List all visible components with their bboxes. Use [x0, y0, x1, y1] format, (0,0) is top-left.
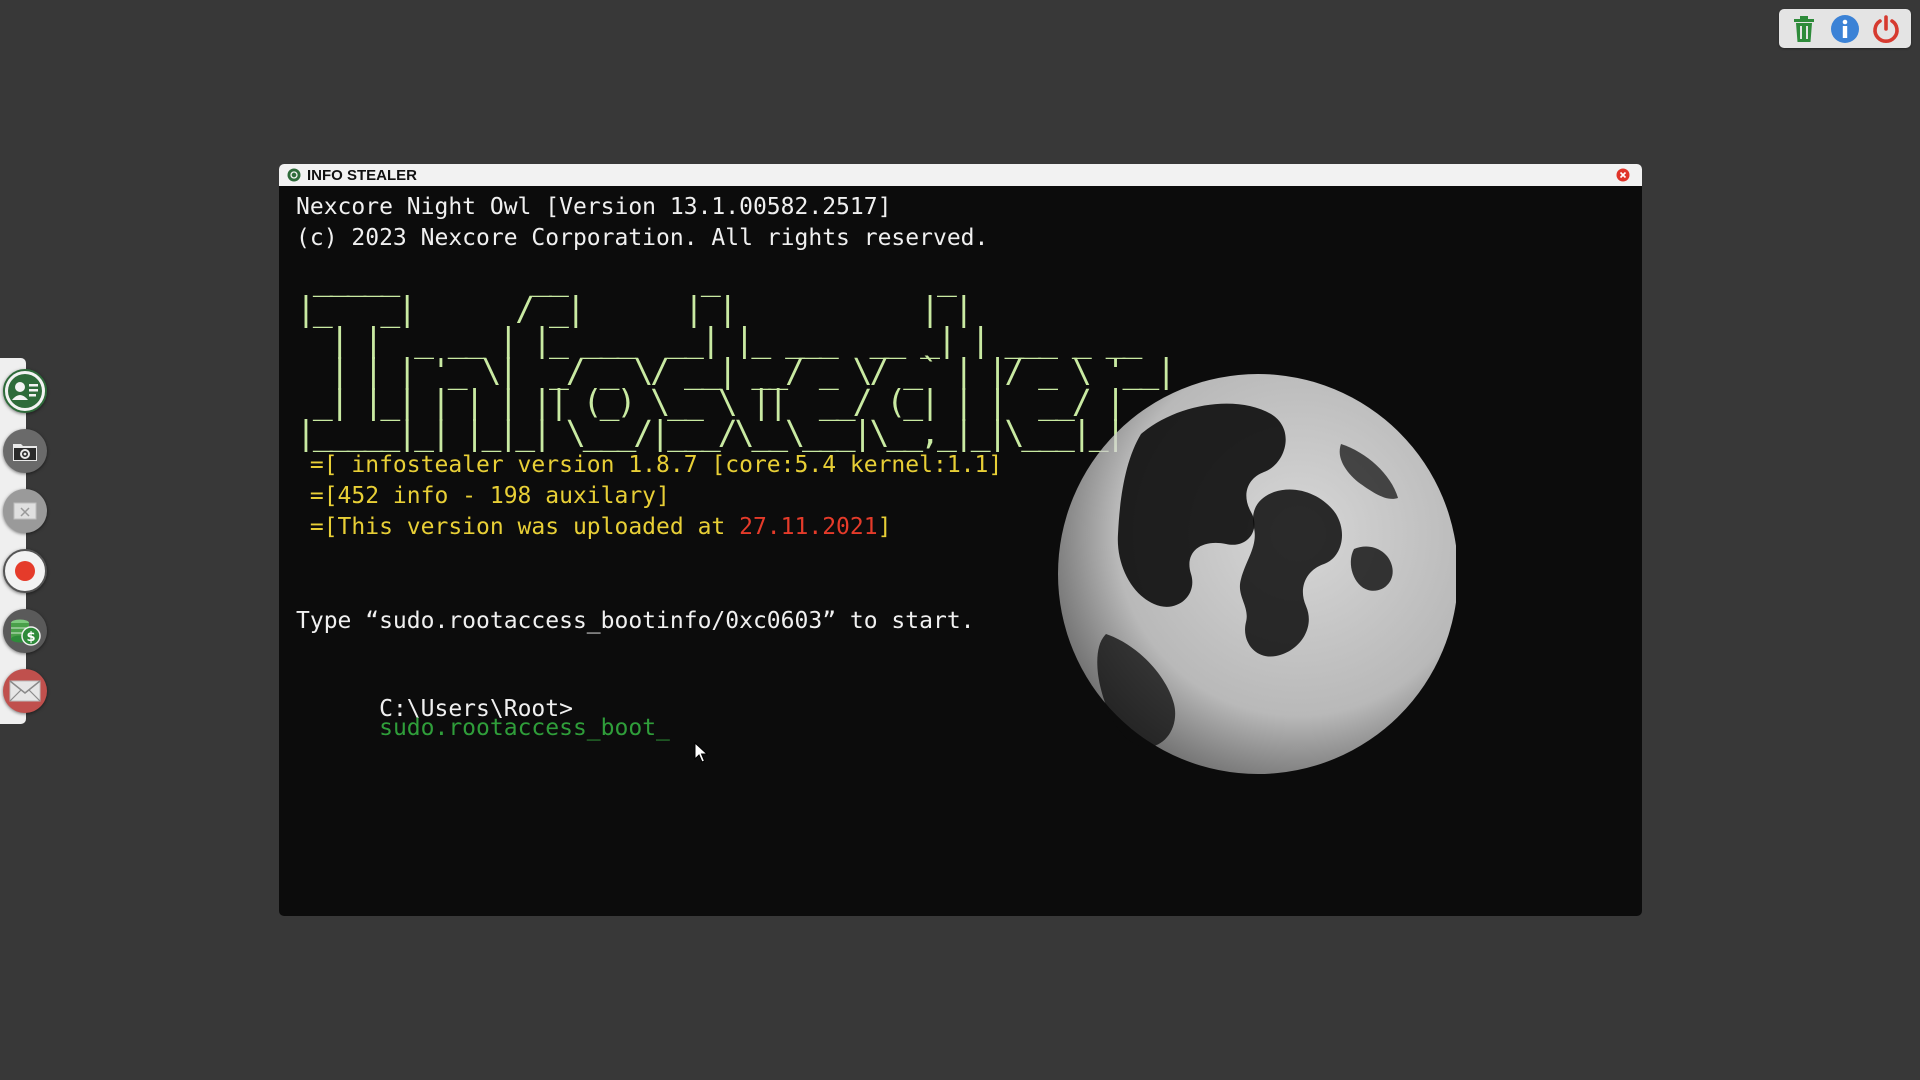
upload-date: 27.11.2021: [739, 514, 878, 540]
trash-icon: [1793, 15, 1814, 42]
power-button[interactable]: [1869, 12, 1903, 46]
upload-prefix: =[This version was uploaded at: [296, 514, 740, 540]
command-input[interactable]: sudo.rootaccess_boot_: [379, 715, 670, 741]
mouse-cursor-icon: [694, 742, 708, 763]
info-icon: [1830, 14, 1859, 43]
trash-button[interactable]: [1787, 12, 1821, 46]
terminal-output[interactable]: Nexcore Night Owl [Version 13.1.00582.25…: [296, 194, 1625, 916]
info-line-modules: =[452 info - 198 auxilary]: [296, 483, 670, 509]
mail-icon: [9, 680, 41, 702]
mail-button[interactable]: [3, 669, 47, 713]
money-icon: $: [11, 619, 41, 646]
folder-icon: [13, 444, 37, 461]
info-line-version: =[ infostealer version 1.8.7 [core:5.4 k…: [296, 452, 1003, 478]
system-tray: [1779, 9, 1911, 48]
window-icon: [13, 502, 37, 520]
contacts-icon: [8, 374, 42, 408]
window-titlebar[interactable]: INFO STEALER: [279, 164, 1642, 186]
svg-text:$: $: [26, 630, 35, 645]
record-button[interactable]: [3, 549, 47, 593]
app-dock: $: [0, 358, 47, 724]
power-icon: [1873, 14, 1900, 43]
finance-button[interactable]: $: [3, 609, 47, 653]
copyright-line: (c) 2023 Nexcore Corporation. All rights…: [296, 225, 989, 251]
prompt-line[interactable]: C:\Users\Root> sudo.rootaccess_boot_: [296, 670, 670, 774]
window-title: INFO STEALER: [307, 166, 418, 184]
upload-suffix: ]: [877, 514, 892, 540]
info-button[interactable]: [1828, 12, 1862, 46]
record-icon: [15, 561, 35, 581]
files-button[interactable]: [3, 429, 47, 473]
ascii-banner: _____ __ _ _ |_ _| / _| | | | | | | _ __…: [296, 258, 1176, 452]
terminal-window: INFO STEALER Nexcore Night Owl [Version …: [279, 164, 1642, 916]
contacts-button[interactable]: [3, 369, 47, 413]
close-icon[interactable]: [1616, 168, 1630, 182]
info-line-upload: =[This version was uploaded at 27.11.202…: [296, 514, 892, 540]
version-line: Nexcore Night Owl [Version 13.1.00582.25…: [296, 194, 892, 220]
window-button[interactable]: [3, 489, 47, 533]
instruction-line: Type “sudo.rootaccess_bootinfo/0xc0603” …: [296, 608, 975, 634]
app-logo-icon: [287, 168, 301, 182]
